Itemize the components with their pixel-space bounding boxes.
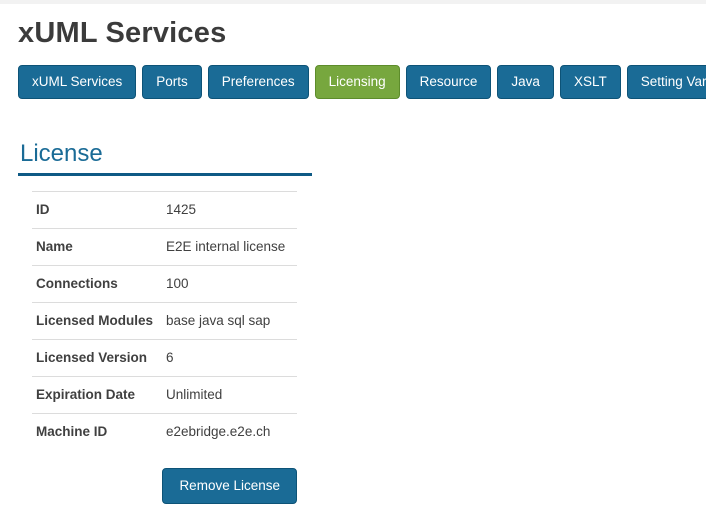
- license-row-value: 6: [166, 350, 174, 366]
- license-row-value: 100: [166, 276, 189, 292]
- license-section-heading: License: [20, 140, 103, 168]
- tab-ports[interactable]: Ports: [142, 65, 202, 100]
- license-row: ID 1425: [32, 190, 297, 228]
- license-row-value: base java sql sap: [166, 313, 271, 329]
- tab-licensing[interactable]: Licensing: [314, 65, 400, 100]
- tab-preferences[interactable]: Preferences: [207, 65, 309, 100]
- tab-setting-variables[interactable]: Setting Variables: [626, 65, 706, 100]
- license-row: Machine ID e2ebridge.e2e.ch: [32, 412, 297, 450]
- remove-license-button[interactable]: Remove License: [162, 467, 297, 504]
- license-row-label: ID: [36, 202, 50, 218]
- page-content: xUML Services xUML Services Ports Preferen…: [0, 4, 706, 504]
- license-row: Licensed Version 6: [32, 338, 297, 376]
- license-row-value: e2ebridge.e2e.ch: [166, 424, 271, 440]
- tab-bar: xUML Services Ports Preferences Licensing Re…: [18, 65, 706, 100]
- license-row-label: Expiration Date: [36, 387, 136, 403]
- license-row-value: 1425: [166, 202, 197, 218]
- license-row: Licensed Modules base java sql sap: [32, 301, 297, 339]
- tab-xslt[interactable]: XSLT: [559, 65, 621, 100]
- tab-xuml-services[interactable]: xUML Services: [18, 65, 137, 100]
- license-row-value: Unlimited: [166, 387, 223, 403]
- license-row-label: Name: [36, 239, 73, 255]
- license-row-label: Licensed Modules: [36, 313, 154, 329]
- page-title: xUML Services: [18, 17, 227, 49]
- license-row: Expiration Date Unlimited: [32, 375, 297, 413]
- license-table: ID 1425 Name E2E internal license Connec…: [32, 190, 297, 450]
- license-row-label: Connections: [36, 276, 118, 292]
- license-section-header: License: [18, 140, 312, 176]
- license-row: Name E2E internal license: [32, 227, 297, 265]
- license-row-value: E2E internal license: [166, 239, 286, 255]
- tab-resource[interactable]: Resource: [405, 65, 492, 100]
- license-row-label: Licensed Version: [36, 350, 148, 366]
- license-row: Connections 100: [32, 264, 297, 302]
- license-actions: Remove License: [32, 467, 297, 504]
- license-row-label: Machine ID: [36, 424, 108, 440]
- tab-java[interactable]: Java: [497, 65, 554, 100]
